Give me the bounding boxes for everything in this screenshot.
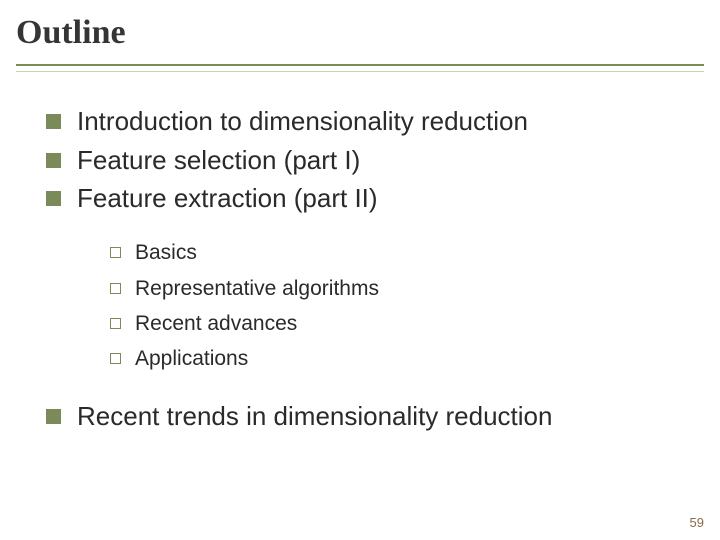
square-bullet-icon (46, 409, 61, 424)
page-number: 59 (690, 515, 704, 530)
sub-bullet-item: Representative algorithms (110, 274, 684, 304)
bullet-item: Recent trends in dimensionality reductio… (46, 398, 684, 436)
hollow-square-bullet-icon (110, 318, 121, 329)
sub-bullet-list: Basics Representative algorithms Recent … (46, 219, 684, 398)
sub-bullet-item: Recent advances (110, 309, 684, 339)
bullet-text: Feature selection (part I) (77, 142, 360, 180)
title-rule-thick (16, 64, 704, 66)
sub-bullet-text: Recent advances (135, 309, 297, 339)
bullet-text: Recent trends in dimensionality reductio… (77, 398, 552, 436)
bullet-text: Introduction to dimensionality reduction (77, 103, 528, 141)
hollow-square-bullet-icon (110, 247, 121, 258)
slide: Outline Introduction to dimensionality r… (0, 0, 720, 540)
square-bullet-icon (46, 191, 61, 206)
hollow-square-bullet-icon (110, 283, 121, 294)
bullet-item: Feature selection (part I) (46, 142, 684, 180)
sub-bullet-item: Basics (110, 238, 684, 268)
bullet-text: Feature extraction (part II) (77, 180, 378, 218)
slide-title: Outline (16, 14, 704, 58)
sub-bullet-item: Applications (110, 344, 684, 374)
square-bullet-icon (46, 114, 61, 129)
sub-bullet-text: Applications (135, 344, 248, 374)
sub-bullet-text: Basics (135, 238, 197, 268)
square-bullet-icon (46, 153, 61, 168)
slide-body: Introduction to dimensionality reduction… (16, 72, 704, 436)
bullet-item: Feature extraction (part II) (46, 180, 684, 218)
sub-bullet-text: Representative algorithms (135, 274, 379, 304)
hollow-square-bullet-icon (110, 353, 121, 364)
bullet-item: Introduction to dimensionality reduction (46, 103, 684, 141)
